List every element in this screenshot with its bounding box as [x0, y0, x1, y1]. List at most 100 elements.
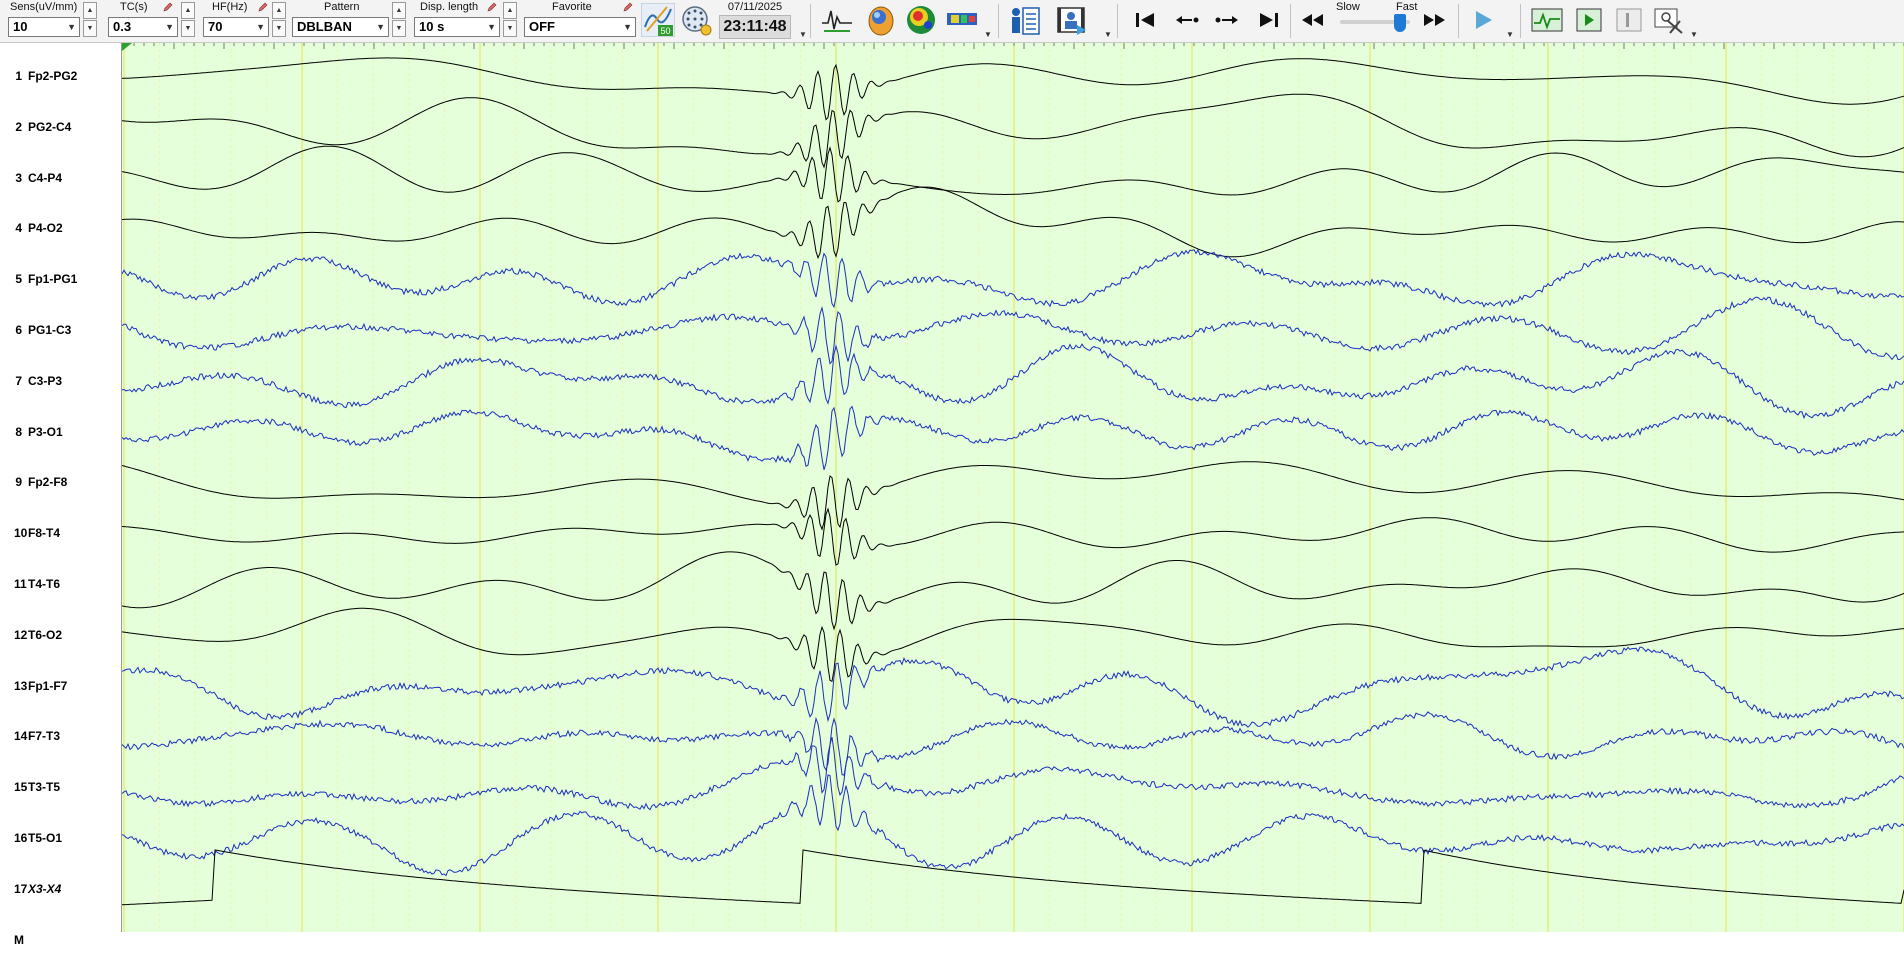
channel-number: 1 [15, 69, 22, 83]
chevron-down-icon[interactable]: ▼ [799, 30, 807, 39]
spin-up-button[interactable]: ▲ [392, 2, 406, 19]
play-button[interactable] [1466, 3, 1500, 37]
pattern-select[interactable]: DBLBAN ▼ [292, 17, 389, 37]
chevron-down-icon[interactable]: ▼ [984, 30, 992, 39]
sensitivity-select[interactable]: 10 ▼ [8, 17, 80, 37]
step-forward-icon [1215, 16, 1238, 24]
favorite-select[interactable]: OFF ▼ [524, 17, 636, 37]
channel-label[interactable]: 3 C4-P4 [0, 171, 118, 191]
prev-page-button[interactable] [1612, 3, 1646, 37]
spin-down-button[interactable]: ▼ [503, 20, 517, 37]
spin-down-button[interactable]: ▼ [272, 20, 286, 37]
step-back-button[interactable] [1172, 3, 1206, 37]
electrode-settings-button[interactable] [680, 3, 714, 37]
channel-number: 9 [15, 475, 22, 490]
spin-down-button[interactable]: ▼ [83, 20, 97, 37]
disp-length-select[interactable]: 10 s ▼ [414, 17, 500, 37]
tools-icon [1654, 8, 1683, 34]
montage-wave-icon [1531, 8, 1563, 32]
patient-info-button[interactable] [1008, 3, 1042, 37]
spin-down-button[interactable]: ▼ [181, 20, 195, 37]
filter-settings-button[interactable]: 50 [640, 2, 676, 38]
channel-label[interactable]: 9 Fp2-F8 [0, 475, 118, 495]
favorite-value: OFF [529, 19, 555, 34]
favorite-control: Favorite OFF ▼ [522, 0, 637, 42]
pencil-icon[interactable] [487, 2, 497, 12]
channel-label[interactable]: 4 P4-O2 [0, 221, 118, 241]
channel-number: 12 [14, 627, 28, 642]
speed-slider-thumb[interactable] [1394, 14, 1407, 32]
slow-label: Slow [1336, 1, 1360, 13]
spin-up-button[interactable]: ▲ [503, 2, 517, 19]
channel-label[interactable]: 1 Fp2-PG2 [0, 69, 118, 89]
rewind-button[interactable] [1296, 3, 1330, 37]
pencil-icon[interactable] [163, 2, 173, 12]
video-panel-button[interactable] [1055, 3, 1089, 37]
waveform-button[interactable] [820, 3, 854, 37]
tc-select[interactable]: 0.3 ▼ [108, 17, 178, 37]
pencil-icon[interactable] [258, 2, 268, 12]
channel-name: F8-T4 [28, 526, 61, 541]
chevron-down-icon[interactable]: ▼ [1506, 30, 1514, 39]
channel-label[interactable]: 6 PG1-C3 [0, 323, 118, 343]
channel-label[interactable]: 14 F7-T3 [0, 729, 118, 749]
toolbar-separator [998, 4, 999, 38]
channel-label[interactable]: 7 C3-P3 [0, 374, 118, 394]
channel-number: 4 [15, 221, 22, 236]
channel-label[interactable]: 10 F8-T4 [0, 526, 118, 546]
channel-number: 10 [14, 526, 28, 541]
channel-number: 17 [14, 881, 28, 896]
next-page-icon [1576, 8, 1602, 32]
topographic-map-button[interactable] [904, 3, 938, 37]
tools-button[interactable] [1652, 3, 1686, 37]
head-map-button[interactable] [864, 3, 898, 37]
channel-label[interactable]: 16 T5-O1 [0, 831, 118, 851]
pencil-icon[interactable] [623, 2, 633, 12]
channel-label[interactable]: 17 X3-X4 [0, 882, 118, 902]
channel-label[interactable]: 12 T6-O2 [0, 628, 118, 648]
spin-down-button[interactable]: ▼ [392, 20, 406, 37]
channel-name: P3-O1 [28, 424, 63, 439]
next-page-button[interactable] [1572, 3, 1606, 37]
channel-name: Fp2-F8 [28, 475, 68, 490]
spin-up-button[interactable]: ▲ [181, 2, 195, 19]
pattern-control: Pattern DBLBAN ▼ ▲ ▼ [290, 0, 410, 42]
step-forward-button[interactable] [1210, 3, 1244, 37]
channel-name: P4-O2 [28, 221, 63, 236]
tc-value: 0.3 [113, 19, 132, 34]
chevron-down-icon: ▼ [165, 22, 174, 32]
channel-label[interactable]: 13 Fp1-F7 [0, 679, 118, 699]
chevron-down-icon: ▼ [256, 22, 265, 32]
channel-label[interactable]: 15 T3-T5 [0, 780, 118, 800]
spin-up-button[interactable]: ▲ [83, 2, 97, 19]
spectrum-button[interactable] [945, 3, 979, 37]
channel-label[interactable]: 11 T4-T6 [0, 577, 118, 597]
channel-name: PG2-C4 [28, 119, 72, 134]
toolbar-separator [1458, 4, 1459, 38]
sensitivity-label: Sens(uV/mm) [10, 1, 78, 13]
skip-to-end-button[interactable] [1252, 3, 1286, 37]
chevron-down-icon[interactable]: ▼ [1690, 30, 1698, 39]
skip-to-start-button[interactable] [1130, 3, 1164, 37]
channel-number: 5 [15, 272, 22, 287]
fast-forward-button[interactable] [1418, 3, 1452, 37]
hf-value: 70 [208, 19, 223, 34]
chevron-down-icon[interactable]: ▼ [1104, 30, 1112, 39]
hf-select[interactable]: 70 ▼ [203, 17, 269, 37]
chart-background [122, 43, 1904, 932]
channel-label[interactable]: 5 Fp1-PG1 [0, 272, 118, 292]
electrode-settings-icon [682, 6, 712, 36]
channel-label[interactable]: M [0, 933, 118, 953]
spin-up-button[interactable]: ▲ [272, 2, 286, 19]
channel-label[interactable]: 8 P3-O1 [0, 425, 118, 445]
channel-number: 6 [15, 323, 22, 337]
montage-wave-button[interactable] [1530, 3, 1564, 37]
channel-label[interactable]: 2 PG2-C4 [0, 120, 118, 140]
channel-number: 3 [15, 170, 22, 185]
tc-label: TC(s) [120, 1, 148, 13]
pattern-value: DBLBAN [297, 19, 352, 34]
eeg-waveform-area[interactable] [122, 43, 1904, 932]
channel-number: M [14, 932, 24, 947]
rewind-icon [1302, 14, 1323, 26]
favorite-label: Favorite [552, 1, 592, 13]
